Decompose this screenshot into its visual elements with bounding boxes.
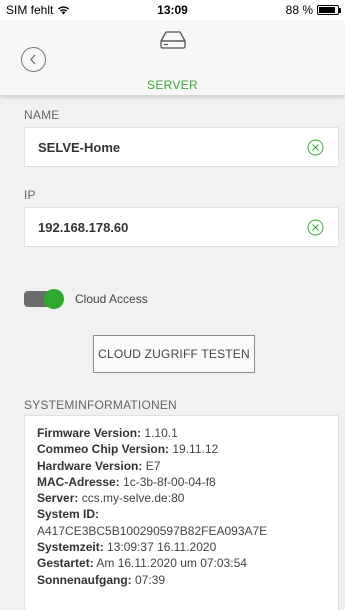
clear-icon[interactable] (307, 139, 324, 156)
info-line: System ID: (37, 506, 338, 522)
info-line: Firmware Version: 1.10.1 (37, 425, 338, 441)
info-key: Gestartet: (37, 556, 94, 571)
info-key: Commeo Chip Version: (37, 442, 170, 457)
info-value: Am 16.11.2020 um 07:03:54 (93, 556, 247, 571)
info-value: 19.11.12 (169, 442, 219, 457)
info-value: 1.10.1 (141, 426, 178, 440)
info-line: Sonnenaufgang: 07:39 (37, 572, 338, 588)
info-line: Hardware Version: E7 (37, 458, 338, 474)
info-key: System ID: (37, 507, 100, 522)
battery-percent: 88 % (285, 3, 313, 17)
toggle-knob (44, 289, 64, 309)
info-key: Server: (37, 491, 79, 506)
info-value: ccs.my-selve.de:80 (78, 491, 185, 506)
name-field[interactable]: SELVE-Home (24, 127, 339, 167)
status-bar: SIM fehlt 13:09 88 % (0, 0, 345, 20)
clear-icon[interactable] (307, 219, 324, 236)
info-value: 13:09:37 16.11.2020 (103, 540, 217, 555)
info-key: Systemzeit: (37, 540, 104, 555)
info-line: MAC-Adresse: 1c-3b-8f-00-04-f8 (37, 474, 338, 490)
info-line: Systemzeit: 13:09:37 16.11.2020 (37, 539, 338, 555)
info-value: 1c-3b-8f-00-04-f8 (119, 474, 216, 489)
system-info-box: Firmware Version: 1.10.1 Commeo Chip Ver… (24, 415, 339, 610)
info-line: Gestartet: Am 16.11.2020 um 07:03:54 (37, 555, 338, 571)
info-key: Hardware Version: (37, 458, 143, 473)
chevron-left-icon (30, 54, 36, 65)
info-value: E7 (142, 458, 161, 473)
ip-field[interactable]: 192.168.178.60 (24, 207, 339, 247)
cloud-access-toggle[interactable] (24, 289, 64, 309)
info-value: A417CE3BC5B100290597B82FEA093A7E (37, 523, 268, 538)
info-line: A417CE3BC5B100290597B82FEA093A7E (37, 523, 338, 539)
info-key: Sonnenaufgang: (37, 572, 132, 587)
info-line: Server: ccs.my-selve.de:80 (37, 490, 338, 506)
info-line: Commeo Chip Version: 19.11.12 (37, 441, 338, 457)
info-key: Firmware Version: (37, 426, 142, 440)
carrier-label: SIM fehlt (6, 3, 54, 17)
back-button[interactable] (21, 47, 46, 72)
ip-value: 192.168.178.60 (38, 219, 129, 235)
test-cloud-access-button[interactable]: CLOUD ZUGRIFF TESTEN (93, 335, 255, 373)
battery-icon (317, 5, 341, 15)
carrier-status: SIM fehlt (6, 3, 70, 17)
page-title: SERVER (147, 78, 198, 92)
system-info-heading: SYSTEMINFORMATIONEN (24, 398, 177, 412)
name-value: SELVE-Home (38, 139, 121, 155)
server-icon (160, 31, 186, 49)
header: SERVER (0, 20, 345, 96)
battery-status: 88 % (285, 3, 341, 17)
cloud-access-label: Cloud Access (75, 292, 148, 306)
ip-label: IP (24, 188, 36, 202)
name-label: NAME (24, 108, 60, 122)
info-value: 07:39 (131, 572, 166, 587)
info-key: MAC-Adresse: (37, 474, 120, 489)
battery-fill (319, 7, 335, 13)
wifi-icon (58, 6, 70, 15)
